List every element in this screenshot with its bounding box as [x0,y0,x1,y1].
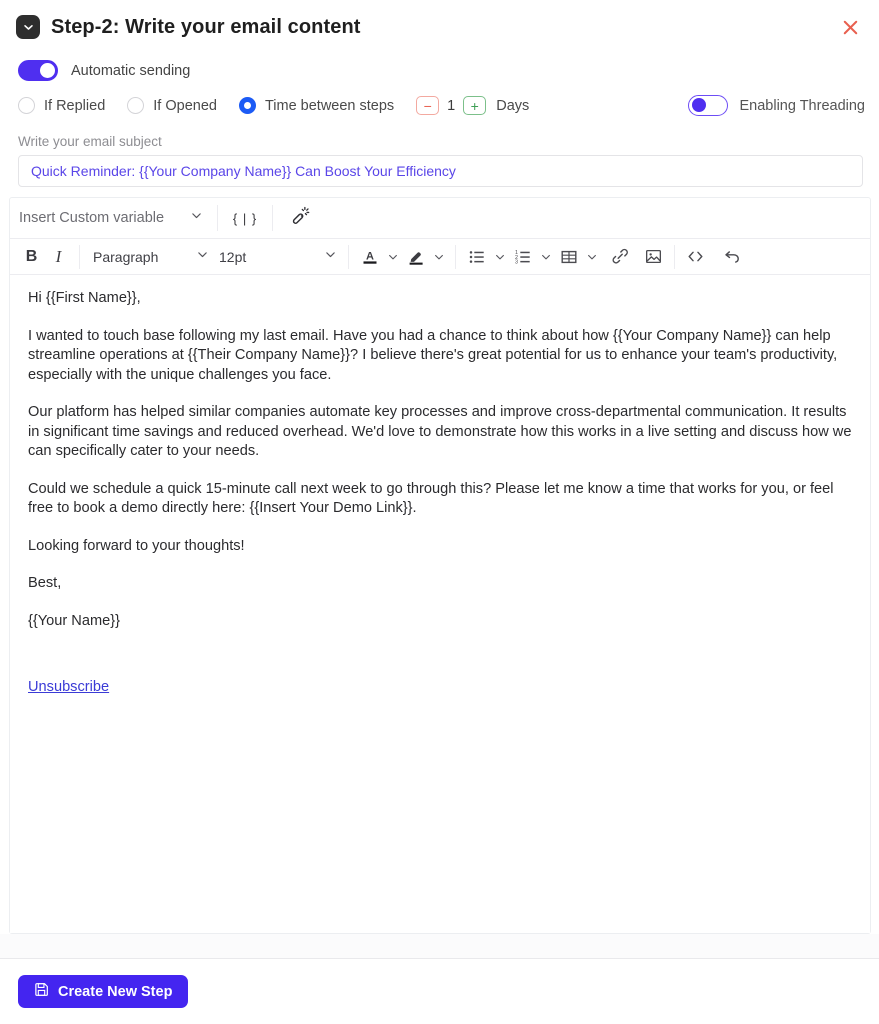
svg-text:A: A [366,250,374,262]
decrement-days-button[interactable]: − [416,96,440,115]
enabling-threading-row: Enabling Threading [687,95,872,116]
email-body-editor[interactable]: Hi {{First Name}}, I wanted to touch bas… [10,275,870,933]
insert-link-button[interactable] [607,243,634,271]
footer-spacer [0,934,879,958]
braces-icon: { | } [232,210,258,226]
bullet-list-button[interactable] [463,243,490,271]
toolbar-divider [348,244,349,269]
text-color-chevron-down-icon[interactable] [383,244,402,270]
bold-button[interactable]: B [18,243,45,271]
create-new-step-button[interactable]: Create New Step [18,975,189,1008]
highlight-color-chevron-down-icon[interactable] [429,244,448,270]
automatic-sending-label: Automatic sending [71,62,191,79]
insert-custom-variable-label: Insert Custom variable [19,210,165,226]
italic-button[interactable]: I [45,243,72,271]
table-button[interactable] [555,243,582,271]
body-paragraph: Could we schedule a quick 15-minute call… [28,480,834,517]
mail-chevron-icon [16,15,40,39]
numbered-list-button[interactable]: 1 2 3 [509,243,536,271]
subject-section: Write your email subject Quick Reminder:… [0,126,879,187]
increment-days-button[interactable]: + [463,96,487,115]
radio-label: Time between steps [264,97,395,114]
days-stepper: − 1 + Days [416,96,529,115]
block-format-value: Paragraph [93,248,159,265]
block-format-select[interactable]: Paragraph [87,243,213,271]
enabling-threading-toggle[interactable] [687,95,728,116]
dialog-footer: Create New Step [0,958,879,1024]
enabling-threading-label: Enabling Threading [739,97,866,114]
radio-time-between-steps[interactable]: Time between steps [238,97,395,114]
automatic-sending-row: Automatic sending [0,48,879,85]
toolbar-divider [79,244,80,269]
radio-indicator [18,97,35,114]
radio-if-replied[interactable]: If Replied [18,97,105,114]
body-paragraph: I wanted to touch base following my last… [28,327,838,383]
table-chevron-down-icon[interactable] [582,244,601,270]
subject-input[interactable]: Quick Reminder: {{Your Company Name}} Ca… [18,155,863,187]
formatting-toolbar: B I Paragraph 12pt A 1 2 3 [10,238,870,275]
dialog-header: Step-2: Write your email content [0,0,879,48]
chevron-down-icon [196,248,209,266]
radio-indicator [127,97,145,114]
text-color-group: A [356,243,402,271]
highlight-color-group [402,243,448,271]
toggle-knob [40,63,55,78]
close-icon[interactable] [837,14,863,40]
body-paragraph: Hi {{First Name}}, [28,290,141,306]
insert-variable-braces-button[interactable]: { | } [218,201,272,235]
toolbar-divider [455,244,456,269]
days-value: 1 [447,97,456,114]
undo-button[interactable] [719,243,746,271]
insert-custom-variable-select[interactable]: Insert Custom variable [19,209,217,227]
chevron-down-icon [190,209,203,227]
insert-image-button[interactable] [640,243,667,271]
subject-label: Write your email subject [18,134,162,149]
radio-if-opened[interactable]: If Opened [127,97,217,114]
body-paragraph: Our platform has helped similar companie… [28,404,852,459]
magic-wand-icon [291,206,310,230]
table-group [555,243,601,271]
chevron-down-icon [324,248,337,266]
trigger-options-row: If Replied If Opened Time between steps … [0,85,879,126]
toolbar-divider [674,244,675,269]
highlight-color-button[interactable] [402,243,429,271]
body-paragraph: Looking forward to your thoughts! [28,537,245,554]
bullet-list-group [463,243,509,271]
create-new-step-label: Create New Step [58,983,173,1000]
bullet-list-chevron-down-icon[interactable] [490,244,509,270]
font-size-select[interactable]: 12pt [213,243,341,271]
variable-toolbar: Insert Custom variable { | } [10,198,870,238]
page-title: Step-2: Write your email content [51,15,361,38]
automatic-sending-toggle[interactable] [18,60,58,81]
days-unit-label: Days [496,97,530,114]
svg-text:3: 3 [515,259,518,265]
toggle-knob [691,98,706,112]
text-color-button[interactable]: A [356,243,383,271]
body-paragraph: Best, [28,575,62,591]
email-editor: Insert Custom variable { | } B I Paragra… [9,197,871,934]
step-editor-dialog: Step-2: Write your email content Automat… [0,0,879,1024]
radio-label: If Replied [44,97,106,114]
radio-indicator-selected [238,97,256,114]
numbered-list-chevron-down-icon[interactable] [536,244,555,270]
numbered-list-group: 1 2 3 [509,243,555,271]
font-size-value: 12pt [219,248,247,265]
unsubscribe-link[interactable]: Unsubscribe [28,679,109,695]
save-icon [34,982,49,1001]
radio-label: If Opened [153,97,217,114]
ai-assist-button[interactable] [273,201,327,235]
source-code-button[interactable] [682,243,709,271]
body-paragraph: {{Your Name}} [28,612,120,629]
